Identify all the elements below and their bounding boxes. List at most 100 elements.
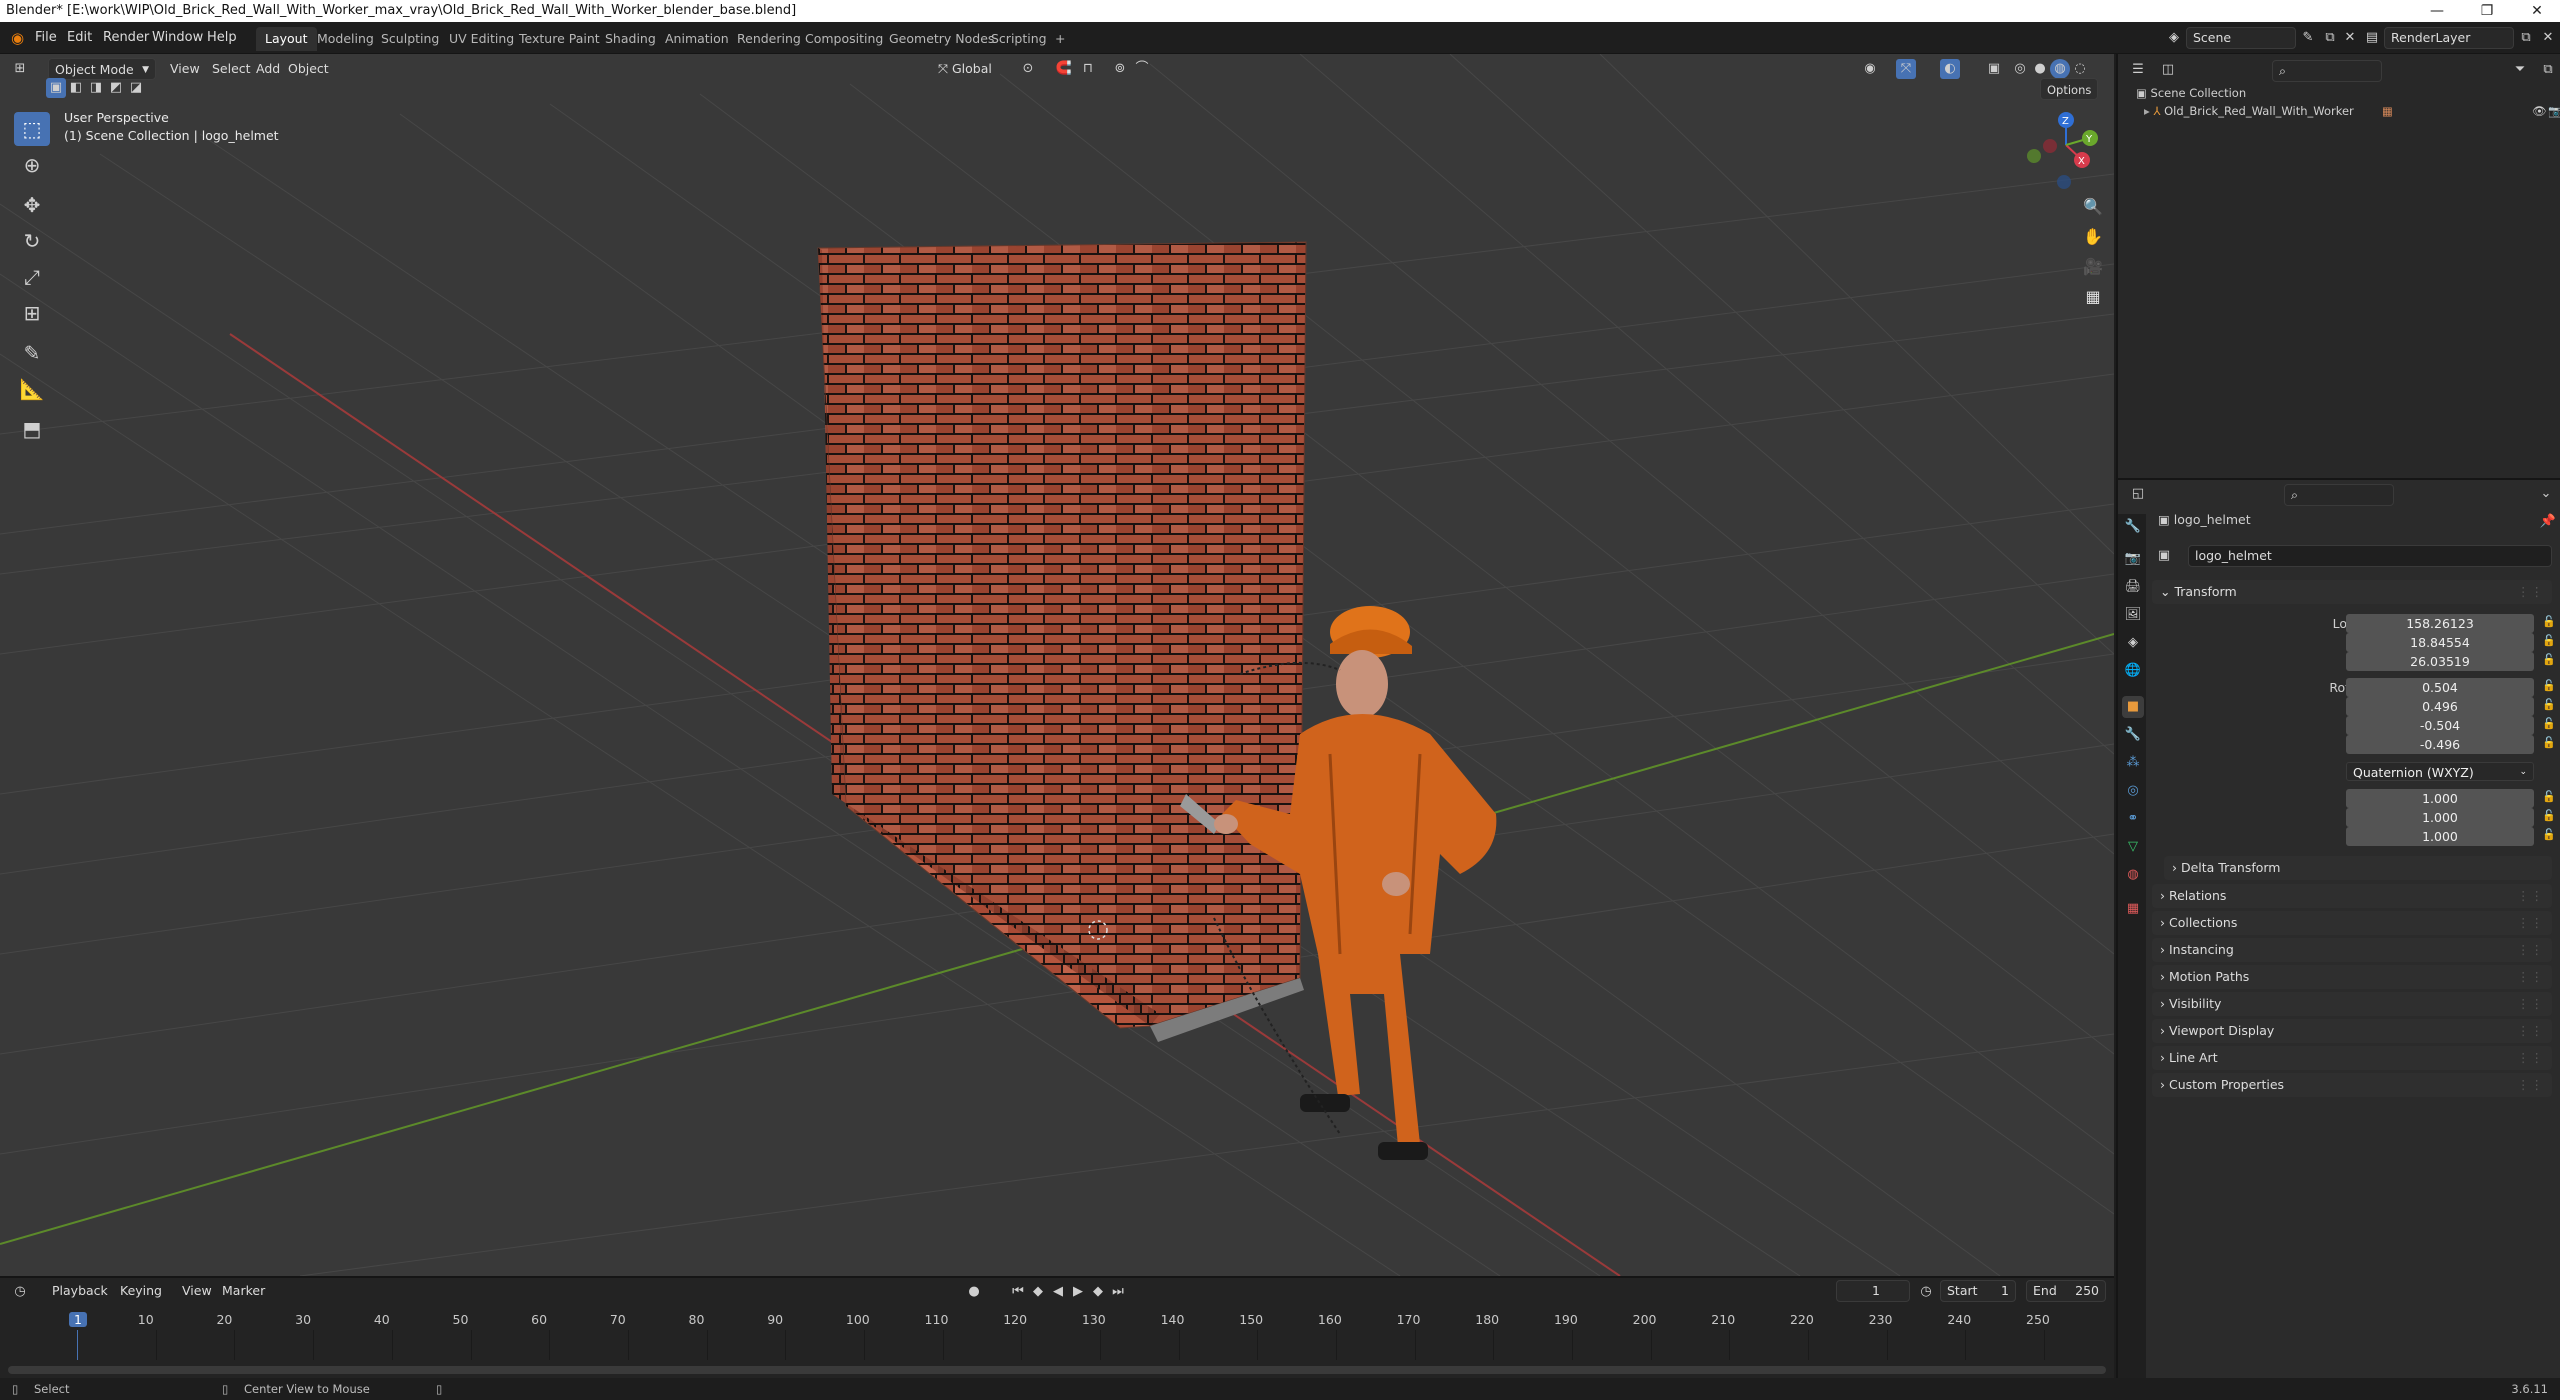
lock-icon[interactable]: 🔓 — [2542, 828, 2556, 841]
gizmo-toggle-icon[interactable]: ⤧ — [1896, 59, 1916, 79]
physics-tab-icon[interactable]: ◎ — [2122, 780, 2144, 802]
menu-add[interactable]: Add — [250, 58, 286, 80]
lock-icon[interactable]: 🔓 — [2542, 653, 2556, 666]
menu-help[interactable]: Help — [200, 27, 244, 49]
delete-scene-icon[interactable]: ✕ — [2340, 28, 2360, 48]
output-tab-icon[interactable]: 🖨 — [2122, 576, 2144, 598]
properties-editor-type-icon[interactable]: ◱ — [2128, 484, 2148, 504]
wireframe-shading-icon[interactable]: ◎ — [2010, 59, 2030, 79]
render-layer-selector[interactable]: RenderLayer — [2384, 27, 2514, 49]
annotate-tool-icon[interactable]: ✎ — [14, 336, 50, 370]
filter-icon[interactable]: ⏷ — [2510, 60, 2530, 80]
tab-scripting[interactable]: Scripting — [982, 27, 1056, 51]
data-tab-icon[interactable]: ▽ — [2122, 836, 2144, 858]
constraints-tab-icon[interactable]: ⚭ — [2122, 808, 2144, 830]
menu-object[interactable]: Object — [282, 58, 335, 80]
expand-arrow-icon[interactable]: ▸ — [2144, 104, 2150, 118]
rotation-y-field[interactable]: -0.504 — [2346, 716, 2534, 735]
pin-icon[interactable]: 📌 — [2538, 512, 2558, 532]
location-z-field[interactable]: 26.03519 — [2346, 652, 2534, 671]
material-tab-icon[interactable]: ◍ — [2122, 864, 2144, 886]
pan-hand-icon[interactable]: ✋ — [2078, 222, 2108, 252]
view-layer-tab-icon[interactable]: 🖼 — [2122, 604, 2144, 626]
object-name-field[interactable]: logo_helmet — [2188, 545, 2552, 567]
3d-viewport[interactable]: Z X Y ⊞ Object Mode ▼ View Select Add Ob… — [0, 54, 2114, 1276]
lock-icon[interactable]: 🔓 — [2542, 634, 2556, 647]
timeline-editor[interactable]: ◷ Playback Keying View Marker ● ⏮ ◆ ◀ ▶ … — [0, 1276, 2114, 1388]
panel-viewport-display[interactable]: › Viewport Display ⋮⋮ — [2152, 1019, 2552, 1043]
scene-collection-row[interactable]: ▣ Scene Collection — [2136, 86, 2246, 100]
object-mode-dropdown[interactable]: Object Mode ▼ — [48, 58, 156, 80]
select-subtract-icon[interactable]: ◨ — [86, 78, 106, 98]
viewport-scene[interactable]: Z X Y — [0, 54, 2114, 1276]
select-intersect-icon[interactable]: ◩ — [106, 78, 126, 98]
panel-visibility[interactable]: › Visibility ⋮⋮ — [2152, 992, 2552, 1016]
select-box-tool-icon[interactable]: ⬚ — [14, 112, 50, 146]
object-datablock-icon[interactable]: ▣ — [2154, 546, 2174, 566]
drag-handle-icon[interactable]: ⋮⋮ — [2517, 1019, 2544, 1043]
pivot-icon[interactable]: ⊙ — [1018, 59, 1038, 79]
lock-icon[interactable]: 🔓 — [2542, 615, 2556, 628]
select-new-icon[interactable]: ▣ — [46, 78, 66, 98]
drag-handle-icon[interactable]: ⋮⋮ — [2517, 884, 2544, 908]
properties-options-icon[interactable]: ⌄ — [2536, 484, 2556, 504]
texture-tab-icon[interactable]: ▦ — [2122, 898, 2144, 920]
tab-texture-paint[interactable]: Texture Paint — [510, 27, 609, 51]
properties-search-input[interactable]: ⌕ — [2284, 484, 2394, 506]
delete-layer-icon[interactable]: ✕ — [2538, 28, 2558, 48]
panel-custom-properties[interactable]: › Custom Properties ⋮⋮ — [2152, 1073, 2552, 1097]
rotation-x-field[interactable]: 0.496 — [2346, 697, 2534, 716]
tool-tab-icon[interactable]: 🔧 — [2122, 516, 2144, 538]
display-mode-icon[interactable]: ◫ — [2158, 60, 2178, 80]
solid-shading-icon[interactable]: ● — [2030, 59, 2050, 79]
menu-edit[interactable]: Edit — [60, 27, 99, 49]
drag-handle-icon[interactable]: ⋮⋮ — [2517, 965, 2544, 989]
rotation-w-field[interactable]: 0.504 — [2346, 678, 2534, 697]
lock-icon[interactable]: 🔓 — [2542, 790, 2556, 803]
transform-tool-icon[interactable]: ⊞ — [14, 296, 50, 330]
move-tool-icon[interactable]: ✥ — [14, 188, 50, 222]
location-x-field[interactable]: 158.26123 — [2346, 614, 2534, 633]
select-invert-icon[interactable]: ◪ — [126, 78, 146, 98]
panel-collections[interactable]: › Collections ⋮⋮ — [2152, 911, 2552, 935]
transform-orientation-dropdown[interactable]: ⤧ Global — [932, 58, 1012, 80]
object-tab-icon[interactable]: ■ — [2122, 696, 2144, 718]
new-layer-icon[interactable]: ⧉ — [2516, 28, 2536, 48]
add-workspace-button[interactable]: + — [1046, 27, 1074, 51]
eye-icon[interactable]: 👁 — [2532, 104, 2547, 118]
rotation-z-field[interactable]: -0.496 — [2346, 735, 2534, 754]
select-extend-icon[interactable]: ◧ — [66, 78, 86, 98]
options-dropdown[interactable]: Options — [2040, 78, 2099, 100]
lock-icon[interactable]: 🔓 — [2542, 736, 2556, 749]
scene-tab-icon[interactable]: ◈ — [2122, 632, 2144, 654]
lock-icon[interactable]: 🔓 — [2542, 679, 2556, 692]
delta-transform-subpanel[interactable]: › Delta Transform — [2164, 856, 2552, 880]
drag-handle-icon[interactable]: ⋮⋮ — [2517, 911, 2544, 935]
scale-x-field[interactable]: 1.000 — [2346, 789, 2534, 808]
falloff-icon[interactable]: ⌒ — [1132, 59, 1152, 79]
scale-tool-icon[interactable]: ⤢ — [14, 260, 50, 294]
location-y-field[interactable]: 18.84554 — [2346, 633, 2534, 652]
rotation-mode-dropdown[interactable]: Quaternion (WXYZ) ⌄ — [2346, 762, 2534, 781]
zoom-icon[interactable]: 🔍 — [2078, 192, 2108, 222]
rotate-tool-icon[interactable]: ↻ — [14, 224, 50, 258]
panel-line-art[interactable]: › Line Art ⋮⋮ — [2152, 1046, 2552, 1070]
snap-target-icon[interactable]: ⊓ — [1078, 59, 1098, 79]
outliner[interactable]: ☰ ◫ ⌕ ⏷ ⧉ ▣ Scene Collection ▸ ⅄ Old_Bri… — [2116, 54, 2560, 478]
rendered-shading-icon[interactable]: ◌ — [2070, 59, 2090, 79]
drag-handle-icon[interactable]: ⋮⋮ — [2517, 1046, 2544, 1070]
camera-render-icon[interactable]: 📷 — [2548, 104, 2560, 118]
scene-selector[interactable]: Scene — [2186, 27, 2296, 49]
xray-icon[interactable]: ▣ — [1984, 59, 2004, 79]
world-tab-icon[interactable]: 🌐 — [2122, 660, 2144, 682]
lock-icon[interactable]: 🔓 — [2542, 698, 2556, 711]
drag-handle-icon[interactable]: ⋮⋮ — [2517, 992, 2544, 1016]
tab-animation[interactable]: Animation — [656, 27, 738, 51]
outliner-item[interactable]: ▸ ⅄ Old_Brick_Red_Wall_With_Worker ▦ 👁 📷 — [2144, 104, 2560, 118]
scale-z-field[interactable]: 1.000 — [2346, 827, 2534, 846]
add-cube-tool-icon[interactable]: ⬒ — [14, 412, 50, 446]
close-button[interactable]: ✕ — [2514, 0, 2560, 22]
drag-handle-icon[interactable]: ⋮⋮ — [2517, 580, 2544, 604]
drag-handle-icon[interactable]: ⋮⋮ — [2517, 1073, 2544, 1097]
minimize-button[interactable]: — — [2414, 0, 2460, 22]
